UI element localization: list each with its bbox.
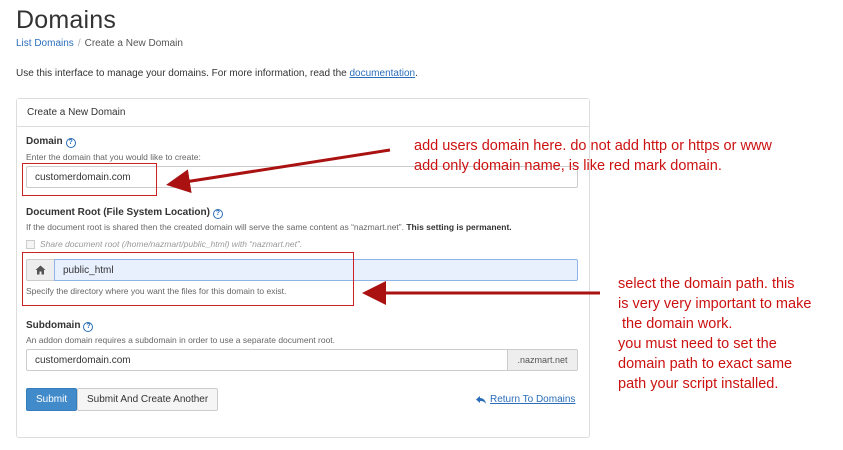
annotation-path-note: select the domain path. this is very ver… [618, 276, 812, 392]
annotation-domain-note: add users domain here. do not add http o… [414, 138, 772, 174]
annotation-arrow-domain [166, 148, 391, 194]
